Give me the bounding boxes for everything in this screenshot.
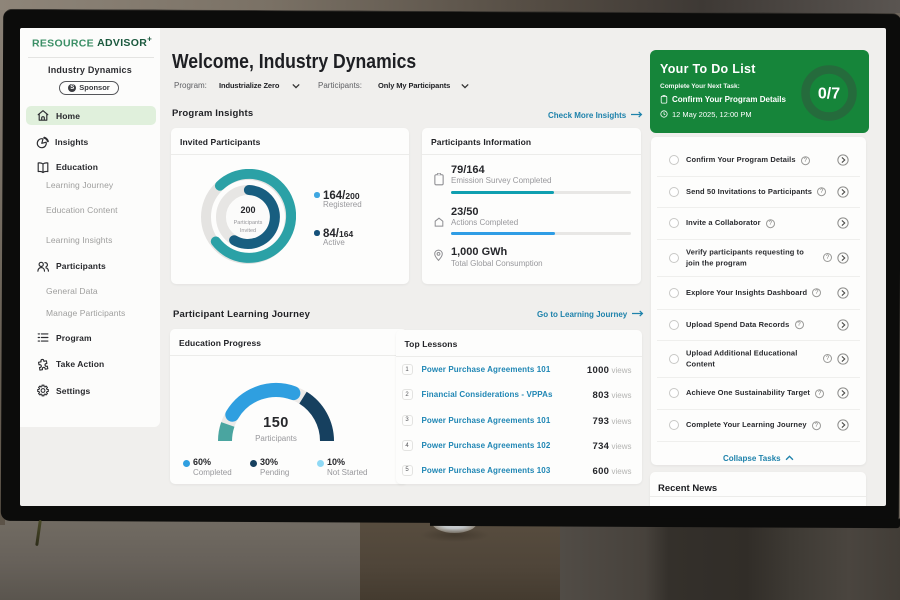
- svg-text:Invited: Invited: [240, 228, 256, 234]
- svg-text:200: 200: [240, 205, 255, 215]
- svg-text:Participants: Participants: [234, 220, 263, 226]
- svg-text:0/7: 0/7: [818, 86, 840, 103]
